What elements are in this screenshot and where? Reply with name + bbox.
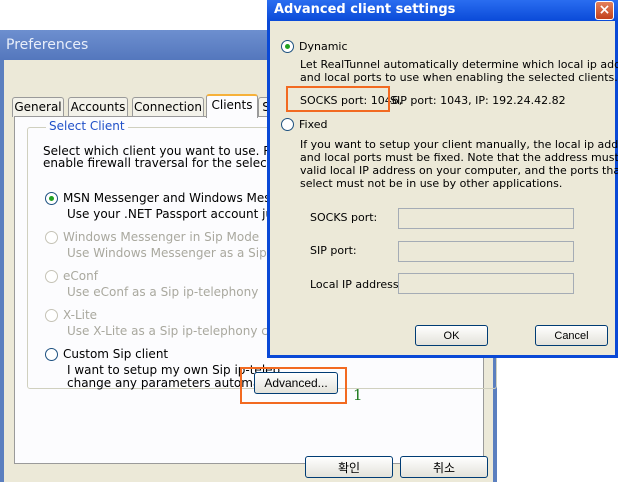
msn-radio[interactable]: [45, 192, 58, 205]
socks-port-label: SOCKS port:: [310, 211, 378, 224]
tab-general[interactable]: General: [12, 97, 64, 117]
dynamic-label[interactable]: Dynamic: [299, 40, 348, 53]
group-title: Select Client: [46, 119, 128, 133]
fixed-desc-2: and local ports must be fixed. Note that…: [300, 151, 618, 164]
advanced-dialog-body: Dynamic Let RealTunnel automatically det…: [270, 21, 618, 355]
dynamic-desc-1: Let RealTunnel automatically determine w…: [300, 58, 618, 71]
socks-highlight-box: [286, 86, 390, 112]
socks-port-field[interactable]: [398, 208, 574, 229]
xlite-label[interactable]: X-Lite: [63, 308, 97, 322]
msn-desc: Use your .NET Passport account jus: [67, 207, 280, 221]
xlite-radio[interactable]: [45, 309, 58, 322]
econf-label[interactable]: eConf: [63, 269, 98, 283]
fixed-desc-3: valid local IP address on your computer,…: [300, 164, 618, 177]
advanced-cancel-button[interactable]: Cancel: [535, 325, 608, 346]
tab-clients[interactable]: Clients: [206, 94, 258, 118]
close-icon[interactable]: ×: [595, 1, 614, 20]
custom-sip-radio[interactable]: [45, 348, 58, 361]
dynamic-radio[interactable]: [281, 40, 294, 53]
advanced-dialog: Advanced client settings × Dynamic Let R…: [267, 0, 618, 358]
dynamic-desc-2: and local ports to use when enabling the…: [300, 71, 618, 84]
advanced-ok-button[interactable]: OK: [415, 325, 488, 346]
local-ip-field[interactable]: [398, 273, 574, 294]
econf-radio[interactable]: [45, 270, 58, 283]
fixed-radio[interactable]: [281, 118, 294, 131]
cancel-button[interactable]: 취소: [400, 456, 488, 478]
winmsgr-radio[interactable]: [45, 231, 58, 244]
sip-port-label: SIP port:: [310, 244, 357, 257]
sip-ip-readout: SIP port: 1043, IP: 192.24.42.82: [390, 94, 566, 107]
advanced-highlight-box: [240, 367, 347, 404]
local-ip-label: Local IP address:: [310, 278, 403, 291]
winmsgr-desc: Use Windows Messenger as a Sip i: [67, 246, 274, 260]
ok-button[interactable]: 확인: [305, 456, 393, 478]
advanced-dialog-title: Advanced client settings: [267, 0, 618, 21]
tab-connection[interactable]: Connection: [132, 97, 204, 117]
fixed-desc-1: If you want to setup your client manuall…: [300, 138, 618, 151]
intro-line-2: enable firewall traversal for the select…: [43, 156, 287, 170]
custom-sip-label[interactable]: Custom Sip client: [63, 347, 168, 361]
sip-port-field[interactable]: [398, 241, 574, 262]
msn-label[interactable]: MSN Messenger and Windows Messe: [63, 191, 284, 205]
fixed-label[interactable]: Fixed: [299, 118, 328, 131]
xlite-desc: Use X-Lite as a Sip ip-telephony cli: [67, 324, 275, 338]
fixed-desc-4: select must not be in use by other appli…: [300, 177, 563, 190]
tab-accounts[interactable]: Accounts: [68, 97, 128, 117]
annotation-number: 1: [353, 386, 363, 404]
econf-desc: Use eConf as a Sip ip-telephony: [67, 285, 259, 299]
winmsgr-label[interactable]: Windows Messenger in Sip Mode: [63, 230, 259, 244]
